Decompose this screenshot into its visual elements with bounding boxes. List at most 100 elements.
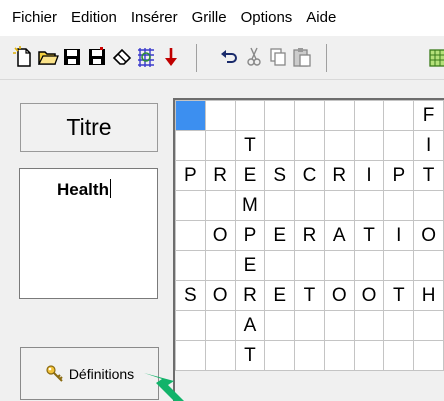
grid-cell[interactable]: C	[294, 160, 325, 191]
grid-cell[interactable]	[264, 190, 296, 221]
grid-cell[interactable]: T	[353, 220, 385, 251]
copy-icon[interactable]	[267, 45, 289, 69]
grid-cell[interactable]: T	[413, 160, 444, 191]
new-document-icon[interactable]	[12, 45, 34, 69]
grid-cell[interactable]	[413, 190, 444, 221]
grid-cell[interactable]: H	[413, 280, 444, 311]
grid-cell[interactable]	[204, 250, 236, 281]
cut-icon[interactable]	[243, 45, 265, 69]
open-folder-icon[interactable]	[37, 45, 59, 69]
grid-cell[interactable]	[204, 340, 236, 371]
grid-cell[interactable]: S	[264, 160, 296, 191]
grid-cell[interactable]: R	[234, 280, 266, 311]
grid-cell[interactable]	[264, 310, 296, 341]
undo-icon[interactable]	[218, 45, 240, 69]
grid-cell[interactable]: M	[234, 190, 266, 221]
grid-cell[interactable]	[264, 340, 296, 371]
grid-cell[interactable]	[413, 250, 444, 281]
grid-cell[interactable]: S	[175, 280, 206, 311]
grid-cell[interactable]	[383, 190, 415, 221]
menu-inserer[interactable]: Insérer	[124, 0, 185, 36]
crossword-grid[interactable]: FTIPRESCRIPTMOPERATIOESORETOOTHAT	[175, 100, 444, 371]
grid-cell[interactable]	[175, 100, 206, 131]
grid-cell[interactable]	[204, 100, 236, 131]
menu-edition[interactable]: Edition	[64, 0, 124, 36]
grid-cell[interactable]	[294, 340, 325, 371]
word-input[interactable]: Health	[19, 168, 158, 299]
grid-cell[interactable]	[175, 340, 206, 371]
grid-cell[interactable]	[353, 190, 385, 221]
save-as-icon[interactable]	[86, 45, 108, 69]
grid-cell[interactable]: A	[234, 310, 266, 341]
grid-cell[interactable]	[383, 310, 415, 341]
grid-cell[interactable]: O	[413, 220, 444, 251]
grid-cell[interactable]: A	[323, 220, 355, 251]
grid-cell[interactable]: O	[204, 280, 236, 311]
menu-grille[interactable]: Grille	[185, 0, 234, 36]
grid-cell[interactable]	[323, 190, 355, 221]
grid-cell[interactable]	[204, 310, 236, 341]
eraser-icon[interactable]	[111, 45, 133, 69]
grid-cell[interactable]	[175, 250, 206, 281]
grid-cell[interactable]: P	[175, 160, 206, 191]
grid-cell[interactable]	[353, 310, 385, 341]
grid-cell[interactable]	[383, 250, 415, 281]
definitions-button[interactable]: Définitions	[20, 347, 159, 400]
menu-options[interactable]: Options	[234, 0, 300, 36]
grid-cell[interactable]	[323, 130, 355, 161]
grid-cell[interactable]	[353, 250, 385, 281]
grid-cell[interactable]: O	[323, 280, 355, 311]
grid-cell[interactable]: T	[383, 280, 415, 311]
menu-fichier[interactable]: Fichier	[0, 0, 64, 36]
grid-cell[interactable]: O	[353, 280, 385, 311]
grid-cell[interactable]	[383, 100, 415, 131]
menu-aide[interactable]: Aide	[299, 0, 343, 36]
grid-cell[interactable]	[323, 340, 355, 371]
grid-generate-icon[interactable]	[428, 45, 444, 69]
grid-cell[interactable]	[294, 100, 325, 131]
grid-cell[interactable]	[413, 310, 444, 341]
grid-cell[interactable]: O	[204, 220, 236, 251]
grid-cell[interactable]	[353, 100, 385, 131]
grid-cell[interactable]	[353, 130, 385, 161]
grid-cell[interactable]	[294, 190, 325, 221]
grid-cell[interactable]: E	[234, 160, 266, 191]
down-arrow-icon[interactable]	[160, 45, 182, 69]
grid-cell[interactable]: T	[294, 280, 325, 311]
grid-cell[interactable]: R	[204, 160, 236, 191]
grid-cell[interactable]: T	[234, 340, 266, 371]
save-icon[interactable]	[61, 45, 83, 69]
grid-cell[interactable]: F	[413, 100, 444, 131]
grid-cell[interactable]	[294, 250, 325, 281]
grid-cell[interactable]: E	[264, 280, 296, 311]
grid-cell[interactable]	[413, 340, 444, 371]
grid-cell[interactable]	[264, 250, 296, 281]
grid-cell[interactable]	[175, 130, 206, 161]
grid-cell[interactable]: E	[234, 250, 266, 281]
grid-cell[interactable]	[294, 130, 325, 161]
grid-cell[interactable]	[323, 100, 355, 131]
grid-cell[interactable]	[175, 190, 206, 221]
grid-cell[interactable]	[323, 310, 355, 341]
grid-cell[interactable]	[175, 310, 206, 341]
grid-cell[interactable]	[264, 130, 296, 161]
grid-cell[interactable]	[204, 130, 236, 161]
grid-cell[interactable]: I	[383, 220, 415, 251]
grid-pattern-icon[interactable]	[135, 45, 157, 69]
grid-cell[interactable]	[294, 310, 325, 341]
grid-cell[interactable]	[323, 250, 355, 281]
grid-cell[interactable]: P	[383, 160, 415, 191]
paste-icon[interactable]	[291, 45, 313, 69]
grid-cell[interactable]: P	[234, 220, 266, 251]
grid-cell[interactable]: E	[264, 220, 296, 251]
grid-cell[interactable]: I	[413, 130, 444, 161]
grid-cell[interactable]: R	[323, 160, 355, 191]
grid-cell[interactable]	[234, 100, 266, 131]
grid-cell[interactable]	[204, 190, 236, 221]
grid-cell[interactable]: I	[353, 160, 385, 191]
title-button[interactable]: Titre	[20, 103, 158, 152]
grid-cell[interactable]: T	[234, 130, 266, 161]
grid-cell[interactable]	[383, 340, 415, 371]
grid-cell[interactable]: R	[294, 220, 325, 251]
grid-cell[interactable]	[383, 130, 415, 161]
